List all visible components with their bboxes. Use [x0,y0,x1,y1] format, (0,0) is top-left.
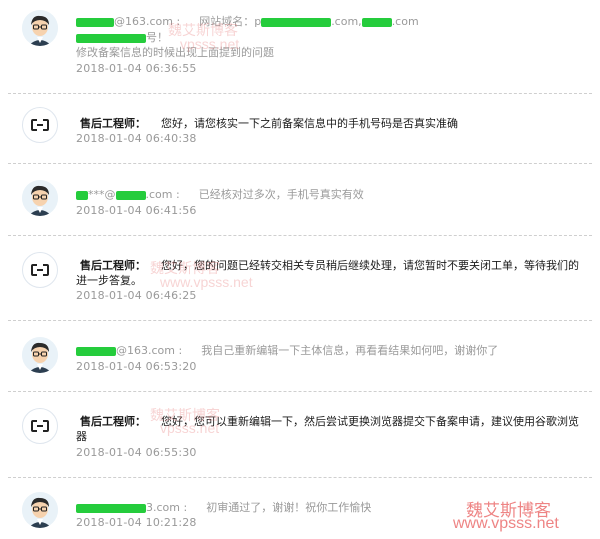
message-text: 我自己重新编辑一下主体信息，再看看结果如何吧，谢谢你了 [201,344,499,357]
user-avatar-icon [22,10,58,46]
divider [8,320,592,321]
support-avatar [22,107,58,143]
redacted-domain-2 [361,17,392,27]
message-text: 修改备案信息的时候出现上面提到的问题 [76,46,274,59]
redacted-email [76,346,116,356]
user-avatar-icon [22,337,58,373]
message-text-line-2: 进一步答复。 [76,274,142,287]
message-time: 2018-01-04 10:21:28 [76,516,197,529]
message-text: 已经核对过多次，手机号真实有效 [198,188,364,201]
message-text: 您好，请您核实一下之前备案信息中的手机号码是否真实准确 [161,117,458,130]
redacted-email-2 [115,190,146,200]
message-header: @163.com : 我自己重新编辑一下主体信息，再看看结果如何吧，谢谢你了 [76,342,498,358]
redacted-email [76,503,146,513]
message-header: 3.com : 初审通过了，谢谢！祝你工作愉快 [76,499,371,515]
divider [8,477,592,478]
support-avatar [22,408,58,444]
divider [8,391,592,392]
aliyun-logo-icon [31,264,49,276]
user-avatar [22,180,58,216]
message-header: 售后工程师： 您好，请您核实一下之前备案信息中的手机号码是否真实准确 [80,115,458,131]
divider [8,93,592,94]
message-time: 2018-01-04 06:46:25 [76,289,197,302]
message-time: 2018-01-04 06:55:30 [76,446,197,459]
message-time: 2018-01-04 06:41:56 [76,204,197,217]
aliyun-logo-icon [31,420,49,432]
user-avatar-icon [22,180,58,216]
message-text-line-2: 器 [76,430,87,443]
support-avatar [22,252,58,288]
user-avatar [22,492,58,528]
divider [8,235,592,236]
message-time: 2018-01-04 06:53:20 [76,360,197,373]
divider [8,163,592,164]
support-sender: 售后工程师： [80,415,146,428]
user-avatar-icon [22,492,58,528]
redacted-email [76,190,88,200]
user-avatar [22,10,58,46]
message-header: ***@ .com : 已经核对过多次，手机号真实有效 [76,186,364,202]
support-sender: 售后工程师： [80,117,146,130]
message-text: 初审通过了，谢谢！祝你工作愉快 [206,501,372,514]
message-time: 2018-01-04 06:40:38 [76,132,197,145]
watermark-blog-url: vpsss.net [180,36,240,52]
redacted-domain [261,17,332,27]
message-text-line-1: 您好，您可以重新编辑一下，然后尝试更换浏览器提交下备案申请，建议使用谷歌浏览 [161,415,579,428]
message-text-line-1: 您好，您的问题已经转交相关专员稍后继续处理，请您暂时不要关闭工单，等待我们的 [161,259,579,272]
message-time: 2018-01-04 06:36:55 [76,62,197,75]
aliyun-logo-icon [31,119,49,131]
watermark-blog-url-large: www.vpsss.net [453,515,559,532]
watermark-blog-url: vpsss.net [160,420,220,436]
message-line-2: 号！ [76,29,168,45]
support-sender: 售后工程师： [80,259,146,272]
watermark-blog-url: www.vpsss.net [160,274,253,290]
user-avatar [22,337,58,373]
message-header: @163.com : 网站域名：p .com, .com [76,13,419,29]
redacted-email [76,17,114,27]
redacted-text [76,33,146,43]
